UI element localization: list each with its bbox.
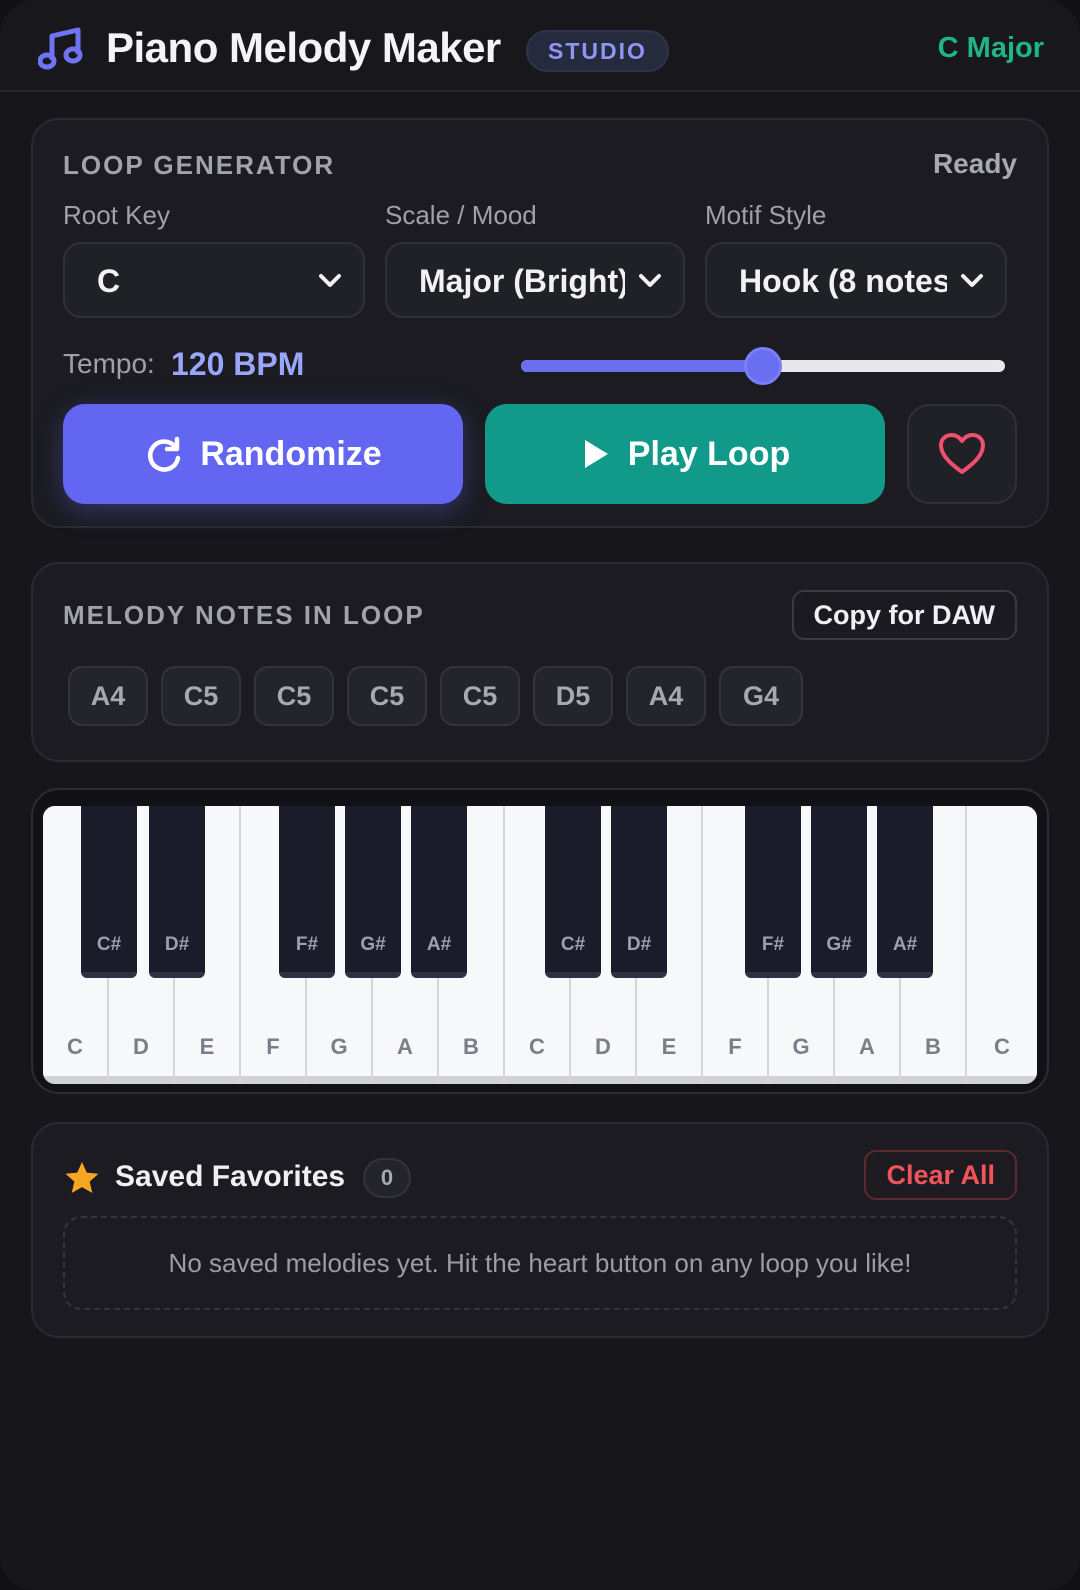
key-label: B xyxy=(925,1034,941,1059)
key-label: G# xyxy=(360,934,386,955)
key-label: F# xyxy=(295,934,319,955)
black-key-c-sharp[interactable]: C# xyxy=(545,806,601,978)
favorite-button[interactable] xyxy=(907,404,1017,504)
key-label: C# xyxy=(560,934,586,955)
app-title: Piano Melody Maker xyxy=(106,24,501,71)
black-key-g-sharp[interactable]: G# xyxy=(345,806,401,978)
root-key-value: C xyxy=(97,263,121,299)
key-label: E xyxy=(199,1034,215,1059)
motif-select[interactable]: Hook (8 notes) xyxy=(705,242,1007,318)
black-key-c-sharp[interactable]: C# xyxy=(81,806,137,978)
key-label: A# xyxy=(892,934,918,955)
randomize-button[interactable]: Randomize xyxy=(63,404,463,504)
play-loop-label: Play Loop xyxy=(627,434,791,473)
scale-select[interactable]: Major (Bright) xyxy=(385,242,685,318)
tempo-label: Tempo: xyxy=(63,348,155,379)
key-label: D xyxy=(595,1034,611,1059)
motif-label: Motif Style xyxy=(705,200,827,230)
black-key-g-sharp[interactable]: G# xyxy=(811,806,867,978)
key-label: A# xyxy=(426,934,452,955)
key-label: C xyxy=(529,1034,545,1059)
note-chip[interactable]: D5 xyxy=(533,666,613,726)
key-label: G# xyxy=(826,934,852,955)
key-label: A xyxy=(859,1034,875,1059)
black-key-f-sharp[interactable]: F# xyxy=(279,806,335,978)
key-label: F# xyxy=(761,934,785,955)
chevron-down-icon xyxy=(639,274,661,287)
key-label: F xyxy=(266,1034,280,1059)
key-label: A xyxy=(397,1034,413,1059)
scale-label: Scale / Mood xyxy=(385,200,537,230)
key-label: G xyxy=(330,1034,348,1059)
black-key-d-sharp[interactable]: D# xyxy=(149,806,205,978)
tempo-slider-fill xyxy=(521,360,763,372)
piano-keyboard-card: C D E F G A B C D E F G A B C C# D# F# G… xyxy=(31,788,1049,1094)
key-label: C xyxy=(67,1034,83,1059)
note-chip[interactable]: C5 xyxy=(254,666,334,726)
key-label: C xyxy=(994,1034,1010,1059)
note-chip[interactable]: A4 xyxy=(68,666,148,726)
tempo-value: 120 BPM xyxy=(171,346,305,382)
randomize-label: Randomize xyxy=(200,434,382,473)
note-chip[interactable]: C5 xyxy=(161,666,241,726)
note-chip[interactable]: C5 xyxy=(440,666,520,726)
chevron-down-icon xyxy=(319,274,341,287)
scale-value: Major (Bright) xyxy=(419,263,625,299)
key-label: D# xyxy=(626,934,652,955)
music-note-icon xyxy=(38,27,83,70)
black-key-a-sharp[interactable]: A# xyxy=(877,806,933,978)
melody-notes-list: A4 C5 C5 C5 C5 D5 A4 G4 xyxy=(68,666,803,726)
key-label: C# xyxy=(96,934,122,955)
white-key-c[interactable]: C xyxy=(967,806,1037,1084)
note-chip[interactable]: A4 xyxy=(626,666,706,726)
app-header: Piano Melody Maker STUDIO C Major xyxy=(0,0,1080,92)
chevron-down-icon xyxy=(961,274,983,287)
melody-notes-card: MELODY NOTES IN LOOP Copy for DAW A4 C5 … xyxy=(31,562,1049,762)
empty-state-text: No saved melodies yet. Hit the heart but… xyxy=(168,1247,912,1278)
studio-badge: STUDIO xyxy=(526,30,669,72)
black-key-a-sharp[interactable]: A# xyxy=(411,806,467,978)
favorites-title: Saved Favorites xyxy=(115,1160,346,1193)
key-label: D# xyxy=(164,934,190,955)
tempo-slider[interactable] xyxy=(521,347,1005,385)
section-title: MELODY NOTES IN LOOP xyxy=(63,600,425,630)
copy-for-daw-button[interactable]: Copy for DAW xyxy=(791,590,1017,640)
root-key-label: Root Key xyxy=(63,200,170,230)
app-window: Piano Melody Maker STUDIO C Major LOOP G… xyxy=(0,0,1080,1590)
saved-favorites-card: Saved Favorites 0 Clear All No saved mel… xyxy=(31,1122,1049,1338)
key-label: E xyxy=(661,1034,677,1059)
note-chip[interactable]: C5 xyxy=(347,666,427,726)
clear-all-button[interactable]: Clear All xyxy=(864,1150,1017,1200)
note-chip[interactable]: G4 xyxy=(719,666,803,726)
star-icon xyxy=(65,1162,99,1193)
favorites-count-badge: 0 xyxy=(363,1158,411,1198)
section-title: LOOP GENERATOR xyxy=(63,150,336,180)
current-key-label: C Major xyxy=(937,32,1044,64)
play-icon xyxy=(584,440,608,468)
motif-value: Hook (8 notes) xyxy=(739,263,947,299)
key-label: D xyxy=(133,1034,149,1059)
piano-keyboard: C D E F G A B C D E F G A B C C# D# F# G… xyxy=(43,806,1037,1084)
refresh-icon xyxy=(148,436,181,472)
heart-icon xyxy=(939,433,985,474)
root-key-select[interactable]: C xyxy=(63,242,365,318)
key-label: F xyxy=(728,1034,742,1059)
play-loop-button[interactable]: Play Loop xyxy=(485,404,885,504)
black-key-d-sharp[interactable]: D# xyxy=(611,806,667,978)
status-label: Ready xyxy=(932,148,1017,179)
key-label: B xyxy=(463,1034,479,1059)
key-label: G xyxy=(792,1034,810,1059)
tempo-slider-thumb[interactable] xyxy=(744,347,782,385)
black-key-f-sharp[interactable]: F# xyxy=(745,806,801,978)
loop-generator-card: LOOP GENERATOR Ready Root Key Scale / Mo… xyxy=(31,118,1049,528)
favorites-empty-state: No saved melodies yet. Hit the heart but… xyxy=(63,1216,1017,1310)
